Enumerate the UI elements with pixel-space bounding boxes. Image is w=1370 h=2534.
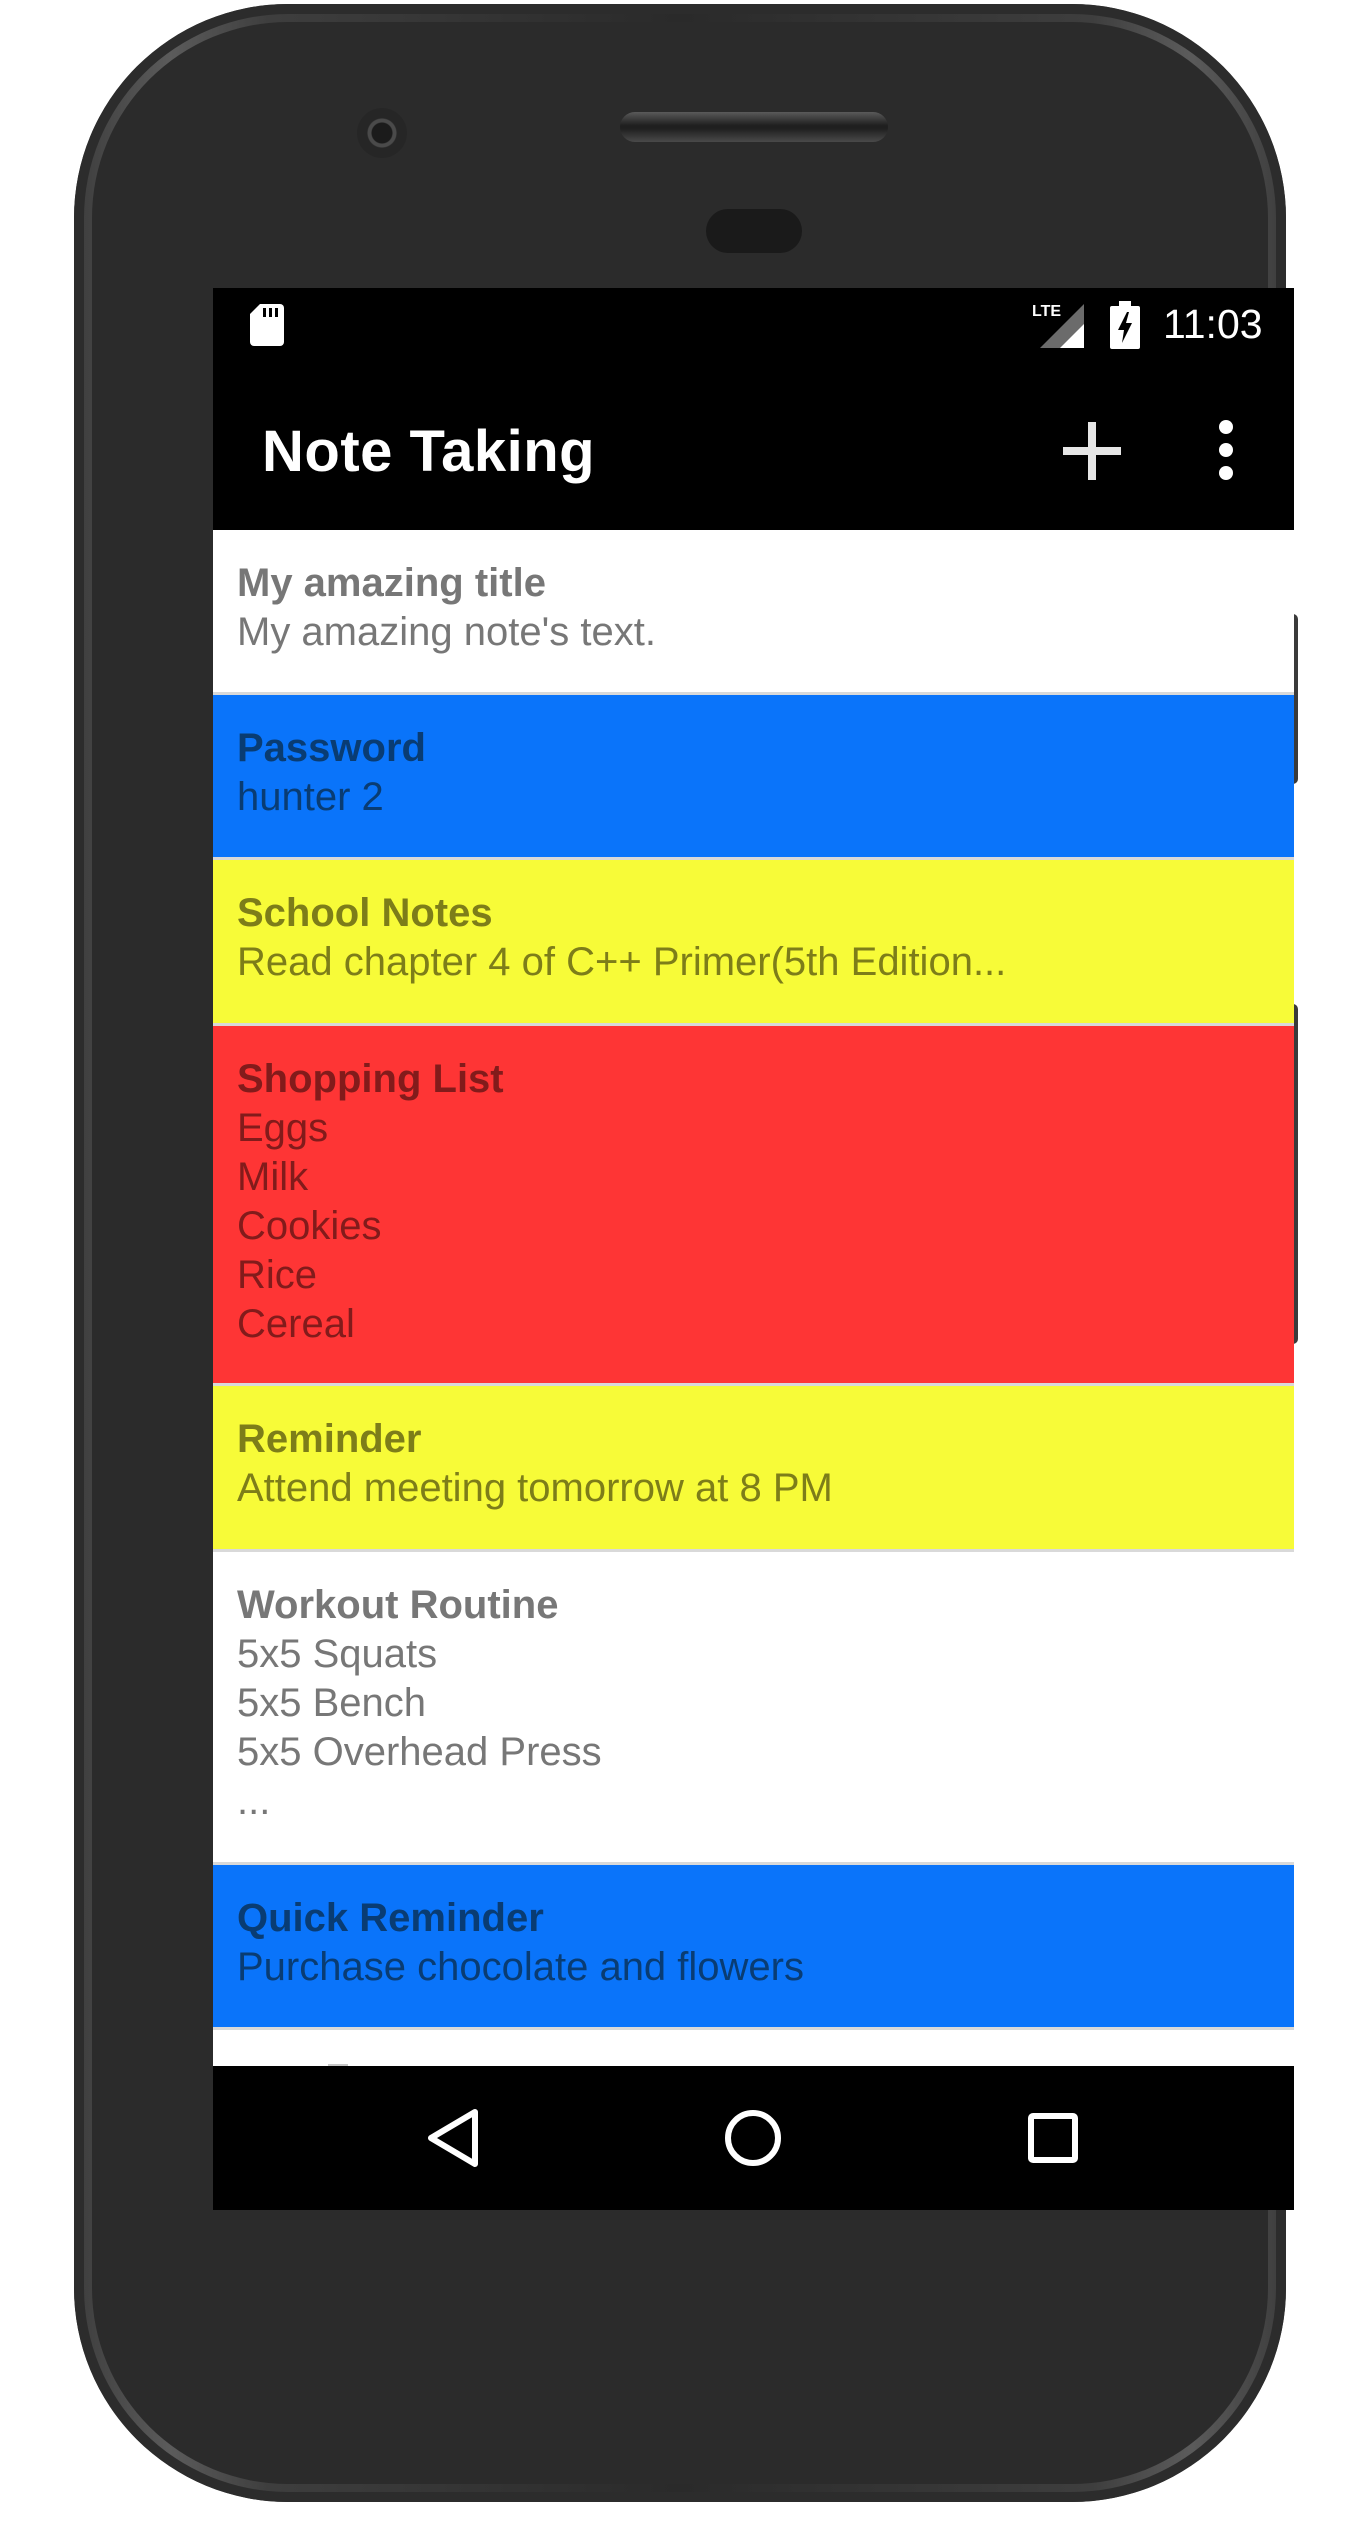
note-title: Shopping List (237, 1057, 504, 1101)
screen: LTE 11:03 Note Taking My amazing title M… (213, 288, 1294, 2210)
note-item[interactable]: Workout Routine 5x5 Squats 5x5 Bench 5x5… (213, 1552, 1294, 1865)
status-time: 11:03 (1163, 301, 1263, 347)
home-button[interactable] (717, 2102, 789, 2174)
recents-icon (1028, 2113, 1078, 2163)
lte-signal-icon: LTE (1032, 303, 1084, 348)
status-bar: LTE 11:03 (213, 288, 1294, 372)
home-icon (725, 2110, 781, 2166)
note-item[interactable]: Password hunter 2 (213, 695, 1294, 860)
proximity-sensor (706, 209, 802, 253)
back-icon (428, 2109, 478, 2167)
note-text: hunter 2 (237, 775, 384, 819)
add-note-button[interactable] (1053, 412, 1131, 490)
svg-text:LTE: LTE (1032, 303, 1061, 320)
note-text: My amazing note's text. (237, 610, 656, 654)
app-title: Note Taking (262, 419, 596, 484)
note-item[interactable]: School Notes Read chapter 4 of C++ Prime… (213, 860, 1294, 1026)
note-text: Purchase chocolate and flowers (237, 1945, 804, 1989)
front-camera (357, 108, 407, 158)
phone-frame: LTE 11:03 Note Taking My amazing title M… (74, 4, 1298, 2502)
sd-card-icon (250, 304, 284, 346)
app-bar: Note Taking (213, 372, 1294, 530)
note-text: Eggs Milk Cookies Rice Cereal (237, 1106, 382, 1346)
recents-button[interactable] (1017, 2102, 1089, 2174)
note-title: Workout Routine (237, 1583, 559, 1627)
note-title: Password (237, 726, 426, 770)
battery-charging-icon (1110, 301, 1140, 349)
note-text: 5x5 Squats 5x5 Bench 5x5 Overhead Press … (237, 1632, 602, 1823)
back-button[interactable] (419, 2102, 491, 2174)
note-item[interactable]: Quick Reminder Purchase chocolate and fl… (213, 1865, 1294, 2030)
note-title: Reminder (237, 1417, 422, 1461)
overflow-menu-icon (1219, 420, 1233, 480)
notes-list: My amazing title My amazing note's text.… (213, 530, 1294, 2030)
note-title: My amazing title (237, 561, 546, 605)
overflow-menu-button[interactable] (1199, 410, 1253, 490)
note-item[interactable]: Shopping List Eggs Milk Cookies Rice Cer… (213, 1026, 1294, 1386)
note-text: Read chapter 4 of C++ Primer(5th Edition… (237, 940, 1007, 984)
note-title: School Notes (237, 891, 493, 935)
note-item[interactable]: Reminder Attend meeting tomorrow at 8 PM (213, 1386, 1294, 1552)
earpiece-speaker (620, 112, 888, 142)
navigation-bar (213, 2066, 1294, 2210)
add-icon (1063, 422, 1121, 480)
note-item[interactable]: My amazing title My amazing note's text. (213, 530, 1294, 695)
note-text: Attend meeting tomorrow at 8 PM (237, 1466, 833, 1510)
note-title: Quick Reminder (237, 1896, 544, 1940)
